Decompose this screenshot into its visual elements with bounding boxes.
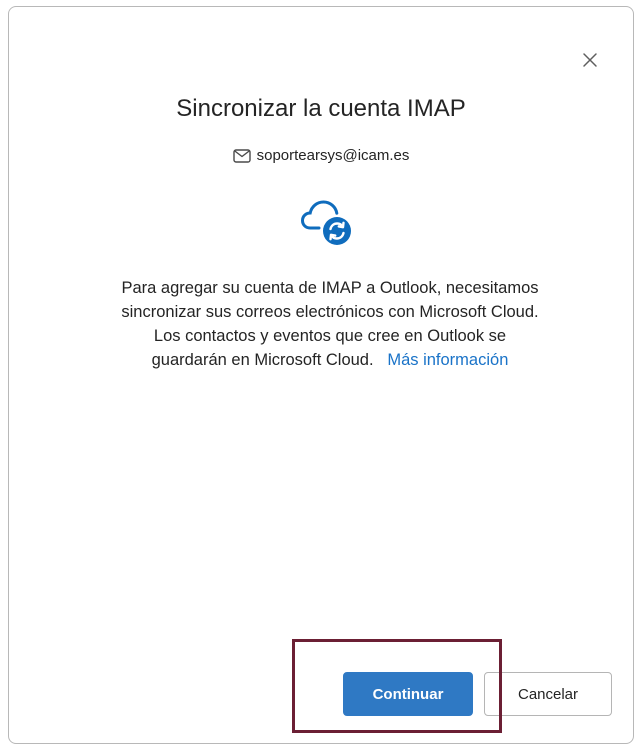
more-info-link[interactable]: Más información <box>387 351 508 369</box>
dialog-description: Para agregar su cuenta de IMAP a Outlook… <box>120 276 540 372</box>
continue-button[interactable]: Continuar <box>343 672 473 716</box>
mail-icon <box>232 149 251 163</box>
account-email: soportearsys@icam.es <box>256 147 410 164</box>
cancel-button[interactable]: Cancelar <box>484 672 612 716</box>
cloud-sync-icon <box>301 200 351 245</box>
close-icon <box>583 53 597 67</box>
close-button[interactable] <box>577 47 603 73</box>
account-email-row: soportearsys@icam.es <box>0 146 642 166</box>
dialog-title: Sincronizar la cuenta IMAP <box>176 95 466 122</box>
app-window: Sincronizar la cuenta IMAP soportearsys@… <box>0 0 642 749</box>
